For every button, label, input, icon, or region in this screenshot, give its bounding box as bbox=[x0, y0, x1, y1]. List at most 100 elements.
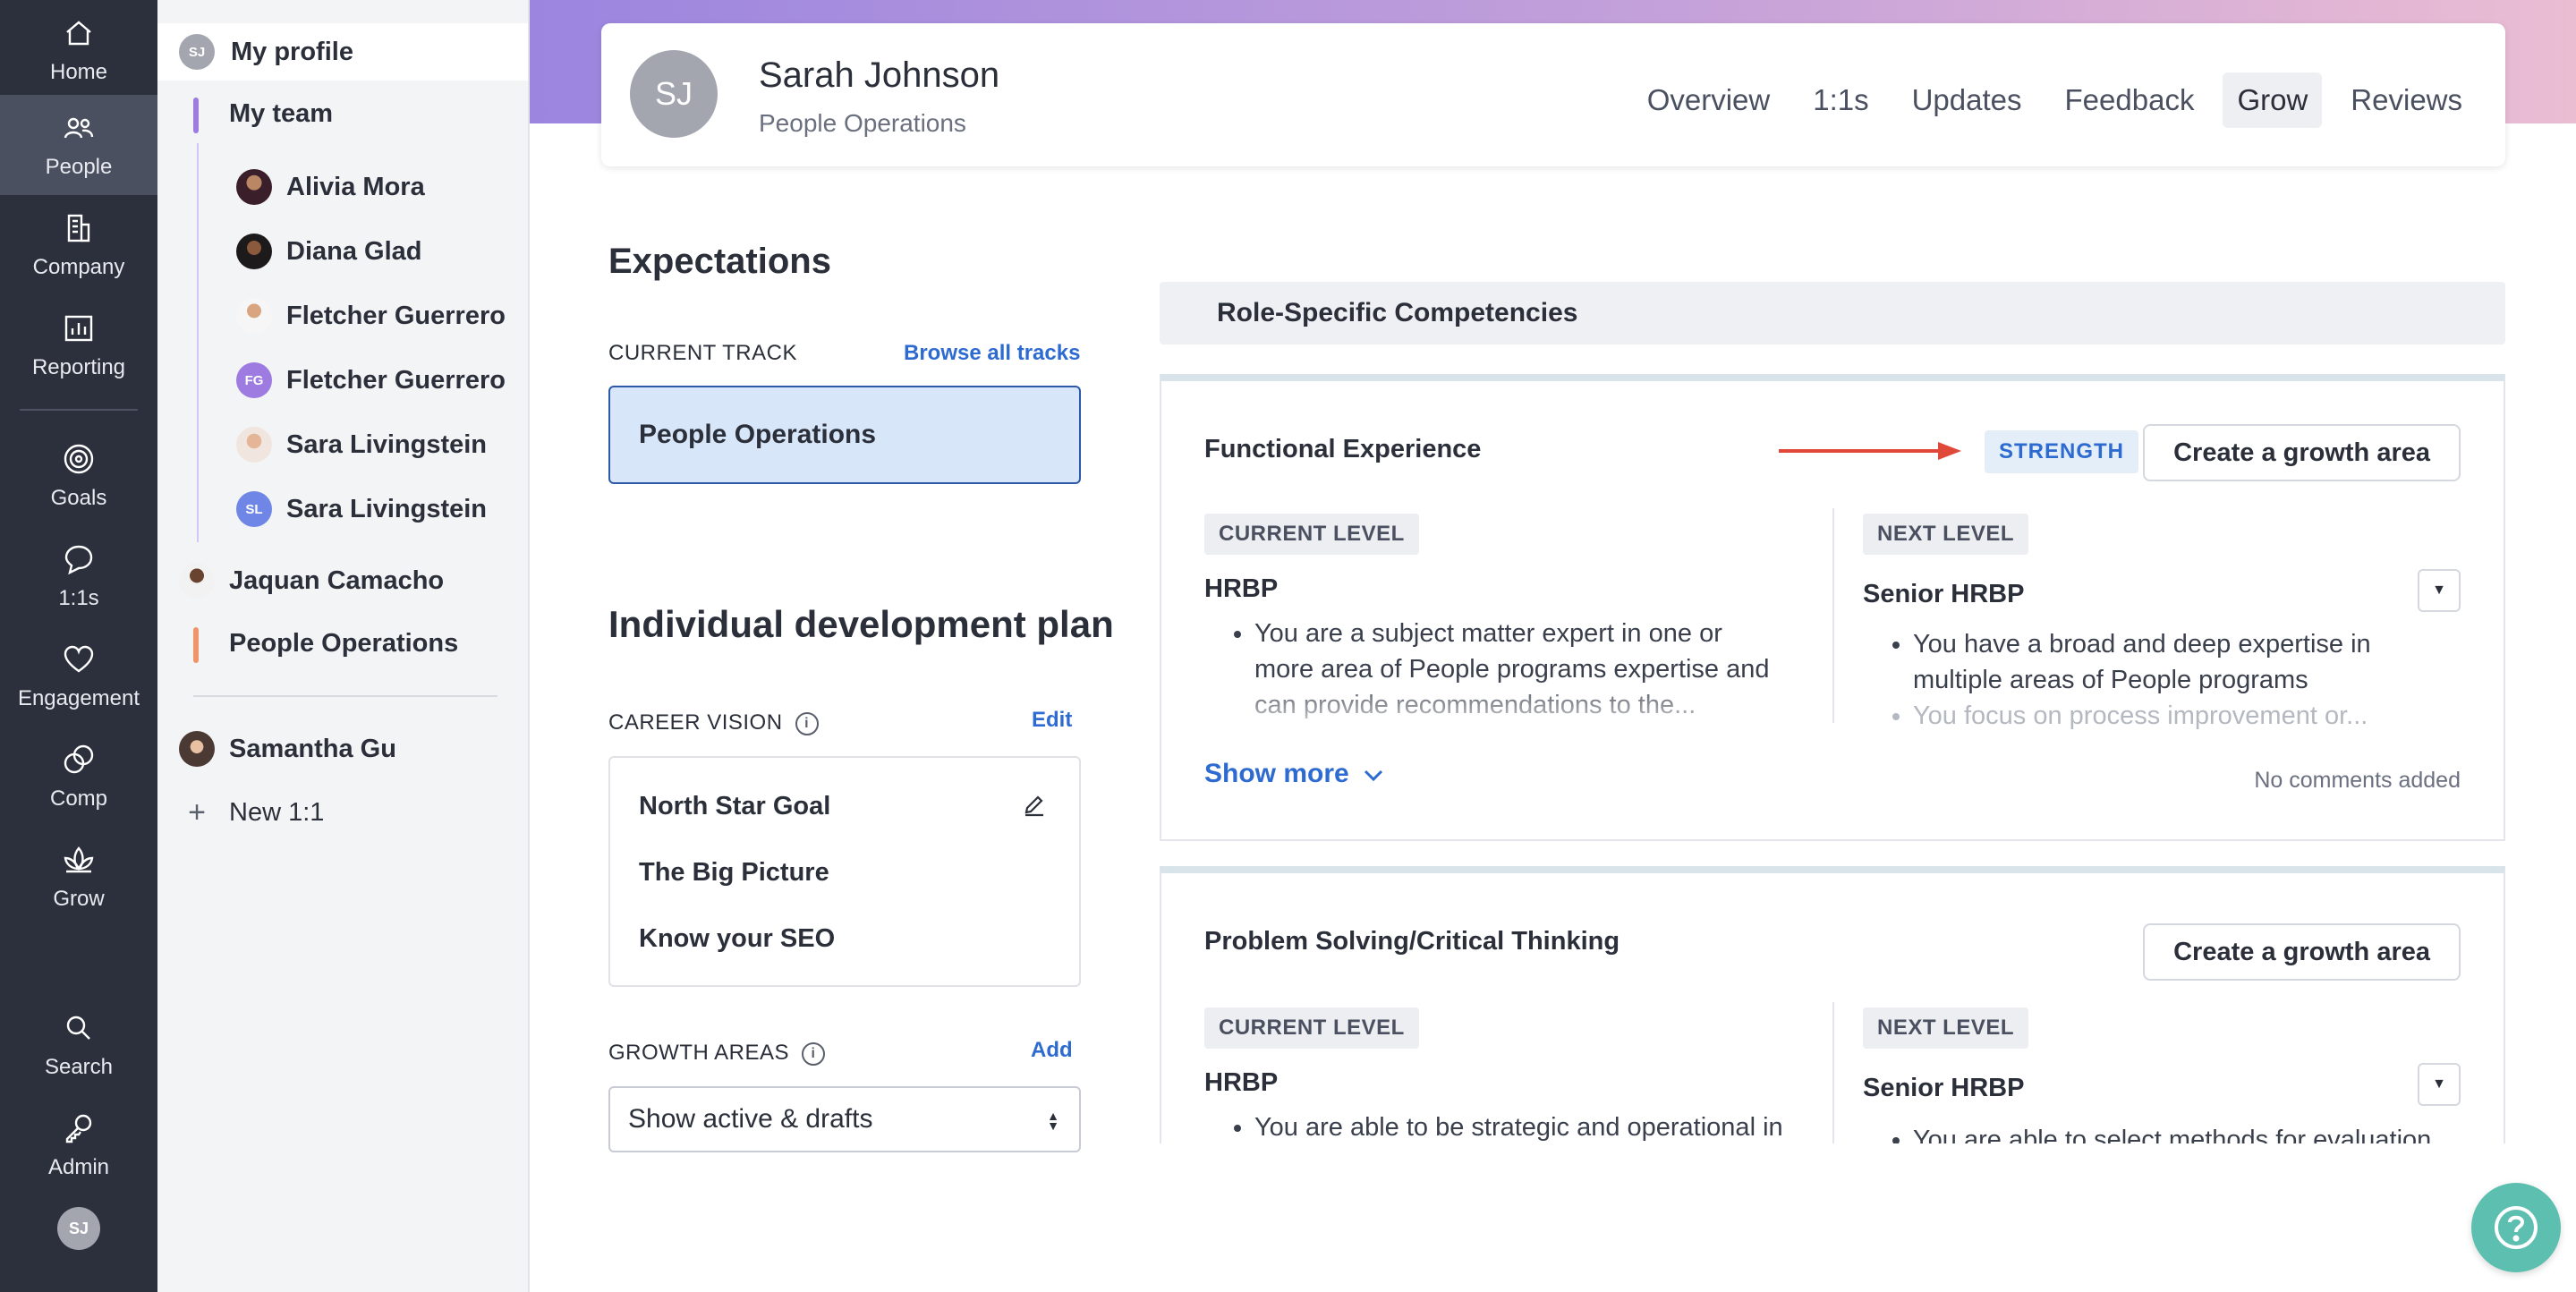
tab-reviews[interactable]: Reviews bbox=[2336, 72, 2477, 128]
current-level-name: HRBP bbox=[1204, 574, 1279, 603]
tab-overview[interactable]: Overview bbox=[1633, 72, 1785, 128]
avatar bbox=[236, 234, 272, 269]
avatar bbox=[236, 298, 272, 334]
key-icon bbox=[65, 1114, 92, 1143]
tab-updates[interactable]: Updates bbox=[1898, 72, 2036, 128]
growth-areas-label: GROWTH AREAS i bbox=[608, 1041, 826, 1066]
department-indicator bbox=[193, 627, 199, 663]
browse-tracks-link[interactable]: Browse all tracks bbox=[904, 341, 1080, 366]
track-card[interactable]: People Operations bbox=[608, 386, 1081, 484]
bullet-item: You are able to be strategic and operati… bbox=[1254, 1109, 1831, 1143]
rail-home[interactable]: Home bbox=[0, 0, 157, 100]
team-member-name: Fletcher Guerrero bbox=[286, 365, 506, 395]
reporting-icon bbox=[64, 315, 93, 342]
rail-admin[interactable]: Admin bbox=[0, 1095, 157, 1195]
info-icon[interactable]: i bbox=[795, 711, 819, 735]
rail-company[interactable]: Company bbox=[0, 195, 157, 295]
team-member[interactable]: Diana Glad bbox=[236, 234, 422, 269]
profile-tabs: Overview 1:1s Updates Feedback Grow Revi… bbox=[1633, 72, 2477, 128]
new-1on1-label: New 1:1 bbox=[229, 798, 325, 827]
tab-grow[interactable]: Grow bbox=[2223, 72, 2323, 128]
bullet-text: You focus on process improvement or... bbox=[1913, 701, 2368, 730]
edit-vision-link[interactable]: Edit bbox=[1032, 708, 1072, 733]
rail-label: Grow bbox=[53, 887, 105, 911]
rail-label: Company bbox=[32, 255, 125, 279]
next-level-name: Senior HRBP bbox=[1863, 1074, 2025, 1102]
manager-link[interactable]: Jaquan Camacho bbox=[179, 563, 444, 599]
department-link[interactable]: People Operations bbox=[229, 629, 458, 659]
rail-engagement[interactable]: Engagement bbox=[0, 626, 157, 727]
team-member-name: Diana Glad bbox=[286, 236, 422, 266]
rail-people[interactable]: People bbox=[0, 95, 157, 195]
tab-feedback[interactable]: Feedback bbox=[2051, 72, 2209, 128]
growth-filter-value: Show active & drafts bbox=[628, 1104, 873, 1134]
bullet-text: You have a broad and deep expertise in m… bbox=[1913, 630, 2371, 694]
rail-label: People bbox=[45, 155, 113, 179]
team-member[interactable]: Alivia Mora bbox=[236, 169, 425, 205]
growth-areas-text: GROWTH AREAS bbox=[608, 1041, 790, 1065]
competency-card: Functional Experience STRENGTH Create a … bbox=[1160, 374, 2505, 841]
chat-icon bbox=[64, 545, 93, 575]
rail-divider bbox=[20, 409, 138, 411]
vision-item[interactable]: North Star Goal bbox=[639, 792, 830, 821]
rail-search[interactable]: Search bbox=[0, 995, 157, 1095]
new-1on1-button[interactable]: + New 1:1 bbox=[179, 795, 324, 830]
expectations-title: Expectations bbox=[608, 242, 831, 281]
help-button[interactable] bbox=[2471, 1183, 2561, 1272]
vision-item[interactable]: The Big Picture bbox=[639, 858, 829, 888]
team-member-name: Fletcher Guerrero bbox=[286, 301, 506, 330]
rail-label: Engagement bbox=[17, 686, 140, 710]
growth-filter-select[interactable]: Show active & drafts ▲ ▼ bbox=[608, 1086, 1081, 1152]
rail-label: Search bbox=[44, 1055, 114, 1079]
add-growth-area-link[interactable]: Add bbox=[1031, 1038, 1073, 1063]
next-level-bullets: You have a broad and deep expertise in m… bbox=[1863, 626, 2444, 734]
pencil-icon[interactable] bbox=[1022, 792, 1047, 817]
info-icon[interactable]: i bbox=[802, 1041, 826, 1066]
rail-goals[interactable]: Goals bbox=[0, 426, 157, 526]
text-fade bbox=[1204, 678, 1813, 725]
people-subnav: SJ My profile My team Alivia Mora Diana … bbox=[157, 0, 530, 1292]
team-member[interactable]: SL Sara Livingstein bbox=[236, 491, 487, 527]
team-member[interactable]: Sara Livingstein bbox=[236, 427, 487, 463]
career-vision-text: CAREER VISION bbox=[608, 710, 783, 735]
rail-reporting[interactable]: Reporting bbox=[0, 295, 157, 395]
create-growth-area-button[interactable]: Create a growth area bbox=[2143, 424, 2461, 481]
caret-down-icon: ▼ bbox=[2432, 1076, 2446, 1092]
show-more-button[interactable]: Show more bbox=[1204, 759, 1383, 789]
one-on-one-link[interactable]: Samantha Gu bbox=[179, 731, 396, 767]
rail-label: Admin bbox=[47, 1155, 110, 1179]
team-member[interactable]: Fletcher Guerrero bbox=[236, 298, 506, 334]
profile-name: Sarah Johnson bbox=[759, 55, 1000, 95]
rail-comp[interactable]: Comp bbox=[0, 727, 157, 827]
one-on-one-name: Samantha Gu bbox=[229, 734, 396, 763]
idp-title: Individual development plan bbox=[608, 603, 1114, 645]
vision-item[interactable]: Know your SEO bbox=[639, 924, 835, 954]
avatar: SL bbox=[236, 491, 272, 527]
subnav-divider bbox=[193, 695, 497, 697]
rail-grow[interactable]: Grow bbox=[0, 827, 157, 927]
competency-title: Problem Solving/Critical Thinking bbox=[1204, 927, 1620, 956]
my-team-link[interactable]: My team bbox=[229, 99, 333, 129]
next-level-badge: NEXT LEVEL bbox=[1863, 1007, 2029, 1049]
level-dropdown-button[interactable]: ▼ bbox=[2418, 1063, 2461, 1106]
column-divider bbox=[1832, 1002, 1834, 1143]
bullet-text: You are able to select methods for evalu… bbox=[1913, 1126, 2432, 1143]
team-member[interactable]: FG Fletcher Guerrero bbox=[236, 362, 506, 398]
avatar: FG bbox=[236, 362, 272, 398]
rail-1on1s[interactable]: 1:1s bbox=[0, 526, 157, 626]
tab-1on1s[interactable]: 1:1s bbox=[1798, 72, 1883, 128]
my-profile-link[interactable]: SJ My profile bbox=[157, 23, 528, 81]
rail-label: Goals bbox=[50, 486, 107, 510]
people-icon bbox=[64, 117, 94, 139]
next-level-name: Senior HRBP bbox=[1863, 580, 2025, 608]
current-level-name: HRBP bbox=[1204, 1068, 1279, 1097]
level-dropdown-button[interactable]: ▼ bbox=[2418, 569, 2461, 612]
user-avatar[interactable]: SJ bbox=[57, 1207, 100, 1250]
create-growth-area-button[interactable]: Create a growth area bbox=[2143, 923, 2461, 981]
rail-label: 1:1s bbox=[58, 586, 99, 610]
bullet-text: You are able to be strategic and operati… bbox=[1254, 1113, 1783, 1142]
team-member-name: Sara Livingstein bbox=[286, 429, 488, 459]
arrow-annotation bbox=[1779, 442, 1961, 460]
strength-badge: STRENGTH bbox=[1985, 430, 2138, 473]
comments-status: No comments added bbox=[2254, 768, 2461, 793]
